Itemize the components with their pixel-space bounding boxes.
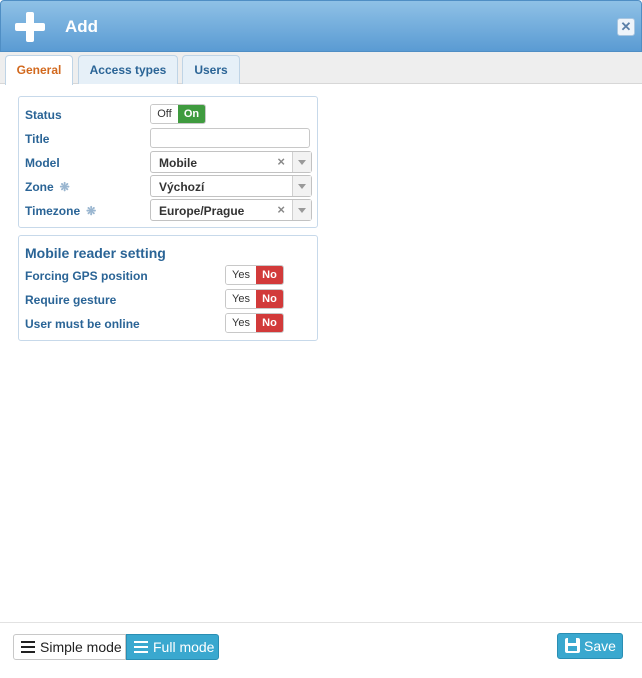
status-on-option[interactable]: On <box>178 105 205 123</box>
user-online-toggle[interactable]: Yes No <box>225 313 284 333</box>
save-button[interactable]: Save <box>557 633 623 659</box>
mobile-reader-panel: Mobile reader setting Forcing GPS positi… <box>18 235 318 341</box>
zone-value: Výchozí <box>159 180 205 194</box>
zone-select[interactable]: Výchozí <box>150 175 312 197</box>
simple-mode-label: Simple mode <box>40 639 122 655</box>
require-gesture-yes-option[interactable]: Yes <box>226 290 256 308</box>
dialog-title: Add <box>65 17 99 36</box>
timezone-clear-icon[interactable]: × <box>277 202 285 217</box>
model-clear-icon[interactable]: × <box>277 154 285 169</box>
forcing-gps-toggle[interactable]: Yes No <box>225 265 284 285</box>
close-icon[interactable]: ✕ <box>617 18 635 36</box>
model-select[interactable]: Mobile × <box>150 151 312 173</box>
forcing-gps-yes-option[interactable]: Yes <box>226 266 256 284</box>
list-icon <box>21 641 35 653</box>
model-value: Mobile <box>159 156 197 170</box>
simple-mode-button[interactable]: Simple mode <box>13 634 126 660</box>
general-panel: Status Off On Title Model Mobile × Zone ❋… <box>18 96 318 228</box>
status-off-option[interactable]: Off <box>151 105 178 123</box>
floppy-disk-icon <box>565 638 580 653</box>
require-gesture-toggle[interactable]: Yes No <box>225 289 284 309</box>
required-icon: ❋ <box>86 204 97 218</box>
dialog-titlebar: Add ✕ <box>0 0 642 52</box>
title-label: Title <box>25 132 50 146</box>
save-label: Save <box>584 638 616 654</box>
full-mode-label: Full mode <box>153 639 215 655</box>
user-online-label: User must be online <box>25 317 140 331</box>
timezone-value: Europe/Prague <box>159 204 245 218</box>
chevron-down-icon[interactable] <box>292 200 311 220</box>
forcing-gps-no-option[interactable]: No <box>255 266 283 284</box>
title-input[interactable] <box>150 128 310 148</box>
model-label: Model <box>25 156 60 170</box>
status-label: Status <box>25 108 62 122</box>
require-gesture-no-option[interactable]: No <box>255 290 283 308</box>
required-icon: ❋ <box>59 180 70 194</box>
timezone-label-text: Timezone <box>25 204 81 218</box>
chevron-down-icon[interactable] <box>292 152 311 172</box>
chevron-down-icon[interactable] <box>292 176 311 196</box>
user-online-yes-option[interactable]: Yes <box>226 314 256 332</box>
user-online-no-option[interactable]: No <box>255 314 283 332</box>
full-mode-button[interactable]: Full mode <box>126 634 219 660</box>
tab-access-types[interactable]: Access types <box>78 55 178 84</box>
forcing-gps-label: Forcing GPS position <box>25 269 148 283</box>
require-gesture-label: Require gesture <box>25 293 117 307</box>
zone-label-text: Zone <box>25 180 54 194</box>
plus-icon <box>15 12 45 42</box>
timezone-select[interactable]: Europe/Prague × <box>150 199 312 221</box>
tab-bar: General Access types Users <box>0 52 642 85</box>
mobile-reader-title: Mobile reader setting <box>25 245 166 261</box>
tab-general[interactable]: General <box>5 55 73 85</box>
list-icon <box>134 641 148 653</box>
status-toggle[interactable]: Off On <box>150 104 206 124</box>
zone-label: Zone ❋ <box>25 180 70 194</box>
timezone-label: Timezone ❋ <box>25 204 96 218</box>
tab-users[interactable]: Users <box>182 55 240 84</box>
